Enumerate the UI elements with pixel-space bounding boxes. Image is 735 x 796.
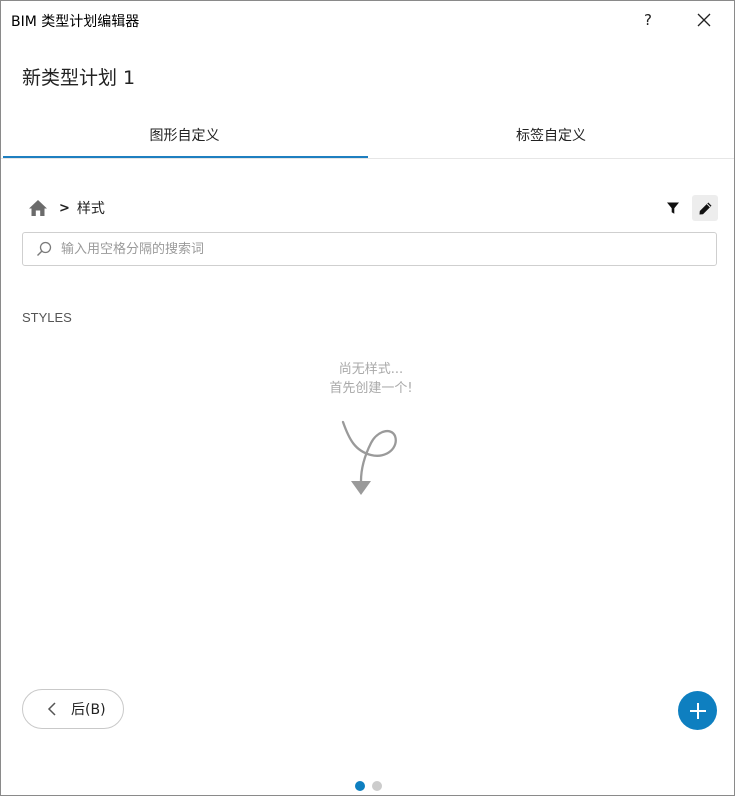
tab-bar: 图形自定义 标签自定义 [1, 111, 734, 159]
curly-arrow-icon [341, 420, 397, 495]
plan-name: 新类型计划 1 [22, 67, 136, 89]
styles-section-label: STYLES [22, 310, 72, 325]
page-indicator [355, 781, 382, 791]
tab-label-customization[interactable]: 标签自定义 [368, 111, 734, 159]
empty-state-message: 尚无样式... 首先创建一个! [1, 360, 735, 398]
search-icon [35, 240, 53, 258]
add-style-button[interactable] [678, 691, 717, 730]
home-button[interactable] [27, 197, 49, 219]
empty-state-line-2: 首先创建一个! [329, 381, 413, 396]
page-dot[interactable] [372, 781, 382, 791]
active-tab-indicator [3, 156, 368, 158]
tab-label: 图形自定义 [149, 128, 220, 144]
search-input[interactable] [61, 235, 701, 263]
help-icon: ? [644, 11, 652, 29]
filter-icon [667, 202, 679, 214]
breadcrumb-separator: > [59, 200, 70, 216]
edit-button[interactable] [692, 195, 718, 221]
plus-icon [689, 702, 706, 719]
close-icon [697, 13, 711, 27]
back-button[interactable]: 后(B) [22, 689, 124, 729]
home-icon [29, 200, 47, 216]
close-button[interactable] [681, 3, 727, 37]
back-button-label: 后(B) [71, 702, 106, 718]
breadcrumb-current: 样式 [76, 201, 105, 217]
title-bar: BIM 类型计划编辑器 ? [1, 1, 734, 39]
chevron-left-icon [47, 702, 57, 716]
editor-window: BIM 类型计划编辑器 ? 新类型计划 1 图形自定义 标签自定义 > 样式 输… [0, 0, 735, 796]
filter-button[interactable] [662, 197, 684, 219]
breadcrumb: > 样式 [27, 197, 105, 219]
window-title: BIM 类型计划编辑器 [11, 14, 140, 30]
page-dot[interactable] [355, 781, 365, 791]
search-box [22, 232, 717, 266]
help-button[interactable]: ? [625, 3, 671, 37]
tab-graphic-customization[interactable]: 图形自定义 [1, 111, 368, 159]
empty-state-line-1: 尚无样式... [338, 362, 404, 377]
tab-label: 标签自定义 [516, 128, 586, 144]
pencil-icon [699, 202, 711, 214]
